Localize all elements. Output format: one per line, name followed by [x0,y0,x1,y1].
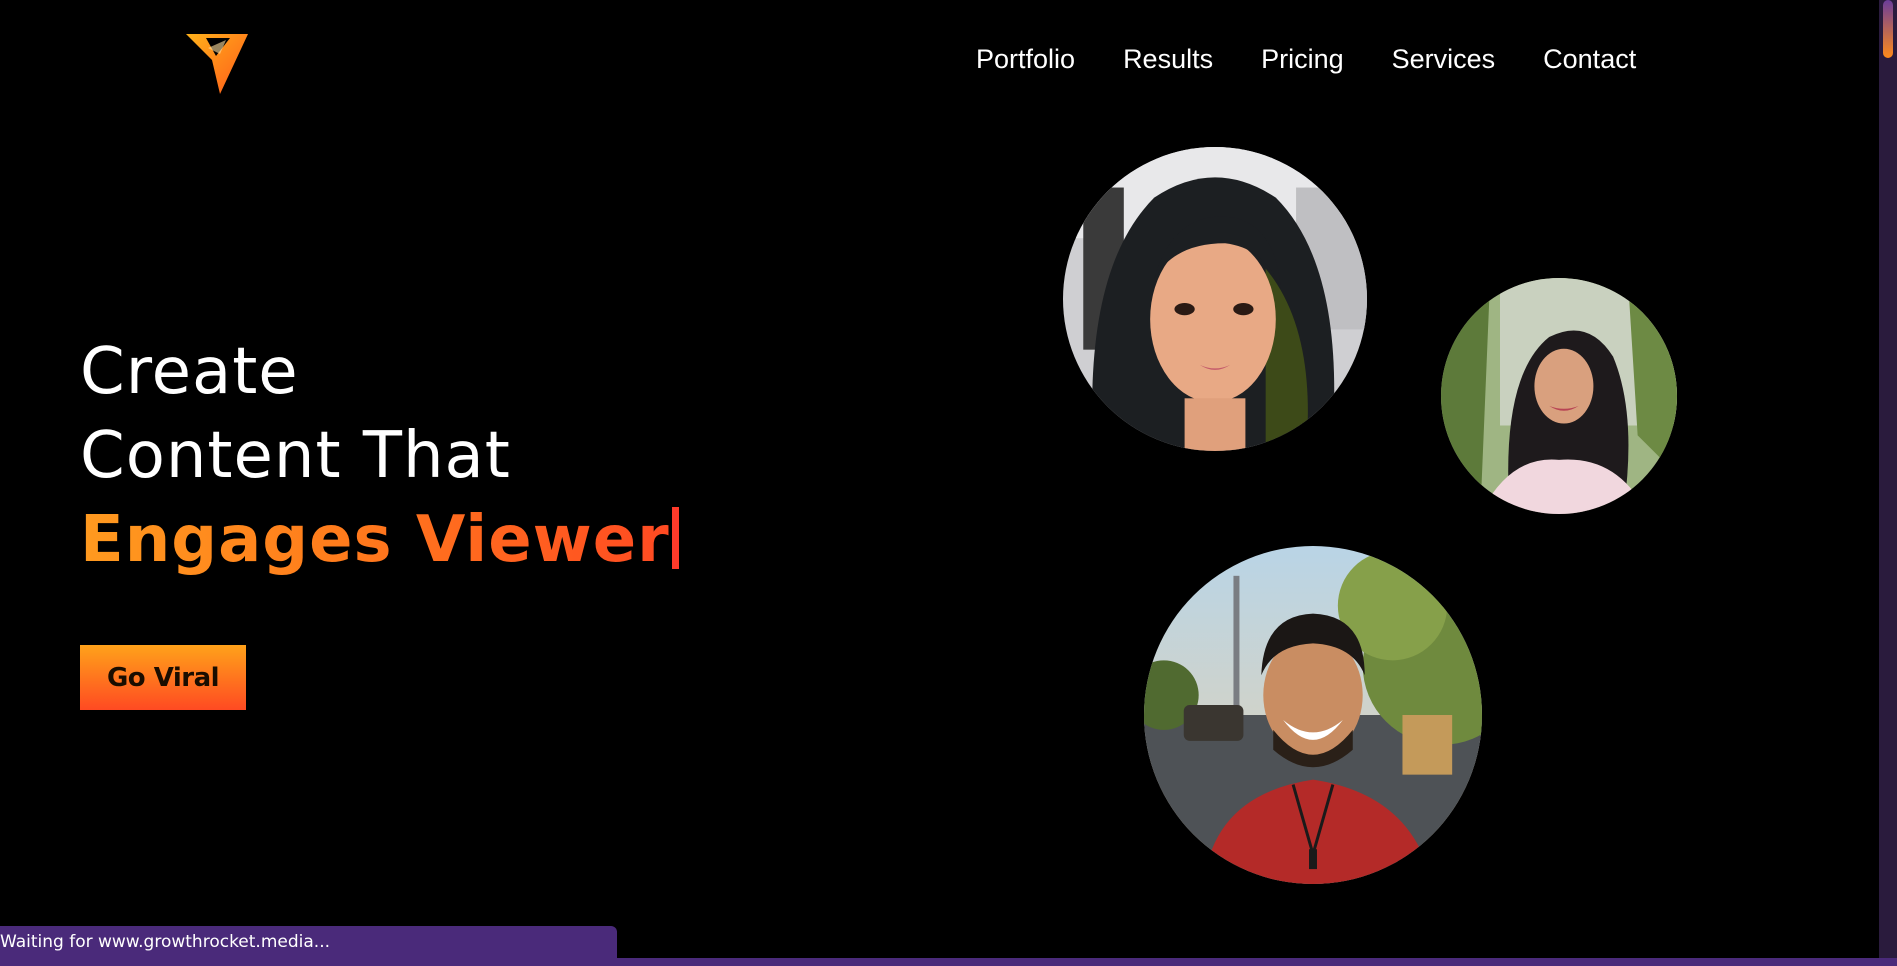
window-right-edge [1879,0,1897,966]
nav-link-results[interactable]: Results [1123,44,1213,75]
window-bottom-border [0,958,1897,966]
scrollbar-thumb[interactable] [1883,0,1893,58]
main-nav: Portfolio Results Pricing Services Conta… [976,44,1636,75]
hero-line-2: Content That [80,419,511,493]
creator-portrait-3 [1144,546,1482,884]
typing-cursor [671,507,679,569]
nav-link-contact[interactable]: Contact [1543,44,1636,75]
page-viewport: Portfolio Results Pricing Services Conta… [0,0,1897,966]
hero-line-3-wrapper: Engages Viewer [80,498,679,582]
go-viral-button[interactable]: Go Viral [80,645,246,710]
rocket-logo-icon[interactable] [186,30,248,94]
nav-link-services[interactable]: Services [1392,44,1496,75]
nav-link-pricing[interactable]: Pricing [1261,44,1344,75]
creator-portrait-2 [1441,278,1677,514]
browser-status-bar: Waiting for www.growthrocket.media... [0,926,617,958]
hero-heading: Create Content That Engages Viewer [80,330,679,582]
creator-portrait-1 [1063,147,1367,451]
hero-line-3-highlight: Engages Viewer [80,503,670,577]
hero-line-1: Create [80,335,299,409]
nav-link-portfolio[interactable]: Portfolio [976,44,1075,75]
